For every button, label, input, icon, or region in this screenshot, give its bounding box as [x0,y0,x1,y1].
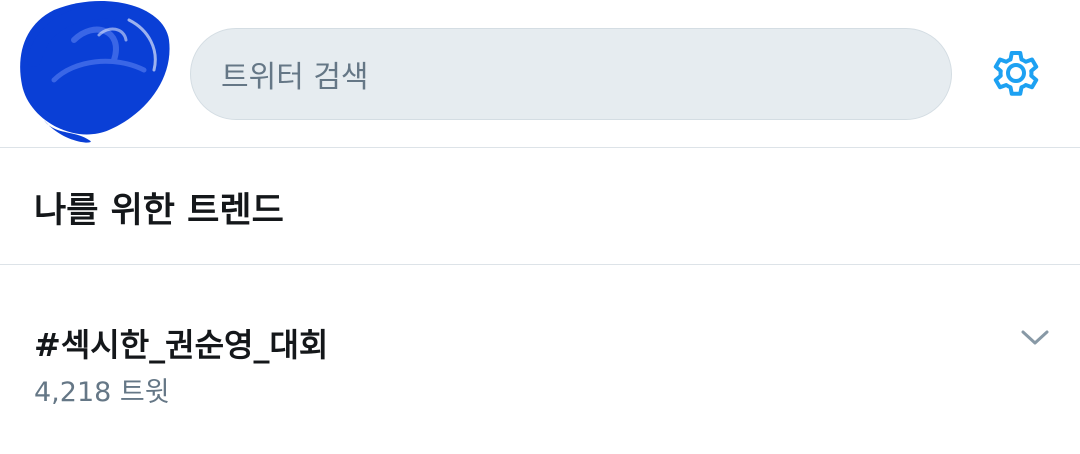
top-bar: 트위터 검색 [0,0,1080,148]
trend-tweet-count: 4,218 트윗 [34,377,170,408]
section-title: 나를 위한 트렌드 [34,191,284,231]
search-input[interactable]: 트위터 검색 [190,28,952,120]
chevron-down-icon [1021,330,1049,345]
gear-icon [993,51,1039,96]
settings-button[interactable] [986,43,1046,103]
trends-page: 트위터 검색 나를 위한 트렌드 #섹시한_권순영_대회 4,218 트윗 [0,0,1080,454]
redacted-avatar-icon [20,1,170,143]
search-placeholder: 트위터 검색 [221,60,369,95]
avatar[interactable] [14,0,174,150]
trend-name[interactable]: #섹시한_권순영_대회 [34,320,328,366]
trends-section-header: 나를 위한 트렌드 [0,148,1080,265]
trend-item[interactable]: #섹시한_권순영_대회 4,218 트윗 [0,265,1080,454]
trend-menu-button[interactable] [1019,327,1051,349]
